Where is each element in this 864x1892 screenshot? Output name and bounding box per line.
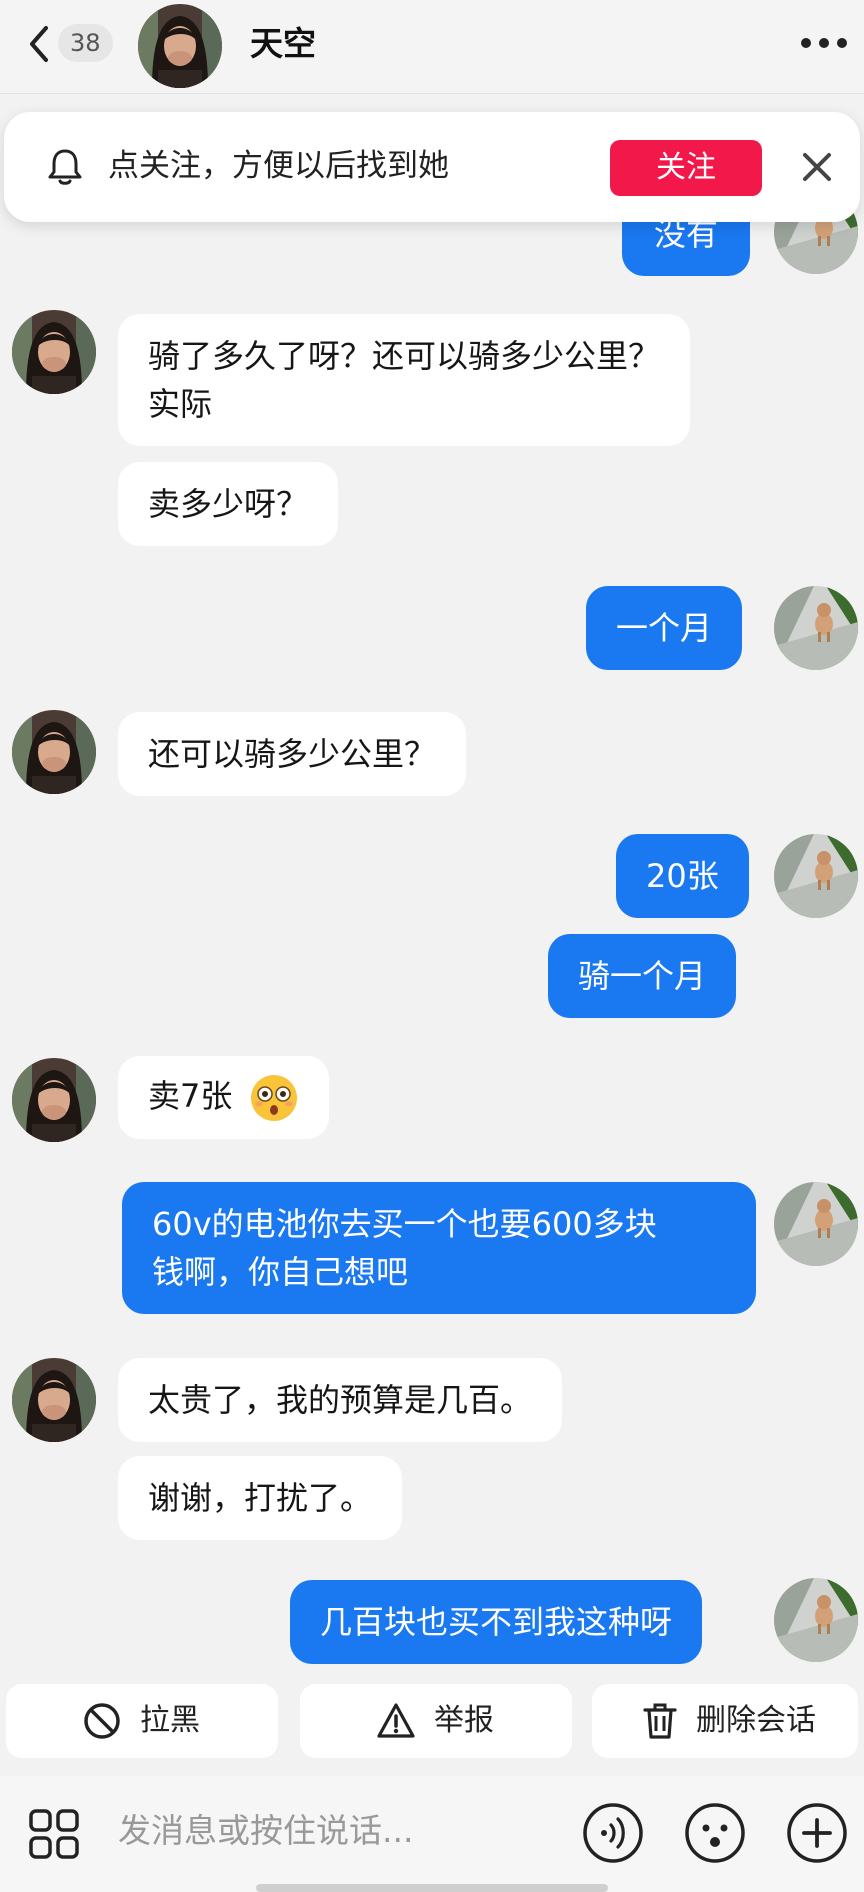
message-input-bar: 发消息或按住说话...	[0, 1776, 864, 1892]
outgoing-message[interactable]: 20张	[616, 834, 749, 918]
follow-button[interactable]: 关注	[610, 140, 762, 196]
contact-avatar[interactable]	[12, 710, 96, 794]
contact-avatar[interactable]	[12, 1358, 96, 1442]
my-avatar[interactable]	[774, 1578, 858, 1662]
block-label: 拉黑	[140, 1703, 200, 1738]
contact-avatar[interactable]	[138, 4, 222, 88]
voice-icon[interactable]	[582, 1802, 644, 1864]
incoming-message[interactable]: 骑了多久了呀？还可以骑多少公里？ 实际	[118, 314, 691, 446]
my-avatar[interactable]	[774, 834, 858, 918]
flushed-face-emoji	[250, 1075, 297, 1121]
message-text: 谢谢，打扰了。	[148, 1479, 373, 1517]
incoming-message[interactable]: 太贵了，我的预算是几百。	[118, 1358, 563, 1442]
block-button[interactable]: 拉黑	[6, 1684, 278, 1758]
contact-avatar[interactable]	[12, 1058, 96, 1142]
outgoing-message[interactable]: 几百块也买不到我这种呀	[290, 1580, 703, 1664]
follow-banner: 点关注，方便以后找到她 关注	[4, 112, 860, 222]
message-text: 钱啊，你自己想吧	[152, 1253, 409, 1291]
message-input[interactable]: 发消息或按住说话...	[118, 1806, 413, 1856]
chat-header: 38 天空	[0, 0, 864, 94]
my-avatar[interactable]	[774, 586, 858, 670]
bell-icon	[48, 149, 82, 185]
trash-icon	[643, 1703, 677, 1739]
warning-icon	[377, 1703, 415, 1738]
incoming-message[interactable]: 卖7张	[118, 1056, 329, 1139]
outgoing-message[interactable]: 60v的电池你去买一个也要600多块 钱啊，你自己想吧	[122, 1182, 756, 1314]
plus-icon[interactable]	[786, 1802, 848, 1864]
contact-avatar[interactable]	[12, 310, 96, 394]
contact-name[interactable]: 天空	[250, 22, 316, 66]
outgoing-message[interactable]: 骑一个月	[548, 934, 737, 1018]
message-text: 几百块也买不到我这种呀	[320, 1603, 673, 1641]
home-indicator	[256, 1884, 608, 1892]
outgoing-message[interactable]: 一个月	[586, 586, 743, 670]
message-text: 骑了多久了呀？还可以骑多少公里？	[148, 337, 661, 375]
follow-prompt-text: 点关注，方便以后找到她	[108, 148, 449, 184]
message-text: 卖多少呀？	[148, 485, 309, 523]
message-text: 实际	[148, 385, 213, 423]
emoji-icon[interactable]	[684, 1802, 746, 1864]
incoming-message[interactable]: 谢谢，打扰了。	[118, 1456, 403, 1540]
message-text: 还可以骑多少公里？	[148, 735, 437, 773]
incoming-message[interactable]: 卖多少呀？	[118, 462, 339, 546]
delete-conversation-label: 删除会话	[696, 1703, 816, 1738]
incoming-message[interactable]: 还可以骑多少公里？	[118, 712, 467, 796]
my-avatar[interactable]	[774, 1182, 858, 1266]
message-text: 一个月	[616, 609, 713, 647]
close-icon[interactable]	[798, 148, 836, 186]
chevron-left-icon[interactable]	[24, 22, 54, 66]
message-text: 太贵了，我的预算是几百。	[148, 1381, 533, 1419]
apps-grid-icon[interactable]	[28, 1808, 80, 1860]
unread-count-badge[interactable]: 38	[58, 24, 113, 62]
block-icon	[84, 1703, 120, 1739]
message-text: 20张	[646, 857, 719, 895]
message-text: 卖7张	[148, 1077, 233, 1115]
report-label: 举报	[434, 1703, 494, 1738]
more-dots-icon[interactable]	[800, 30, 848, 56]
message-text: 骑一个月	[578, 957, 707, 995]
delete-conversation-button[interactable]: 删除会话	[592, 1684, 858, 1758]
message-text: 60v的电池你去买一个也要600多块	[152, 1205, 657, 1243]
report-button[interactable]: 举报	[300, 1684, 572, 1758]
